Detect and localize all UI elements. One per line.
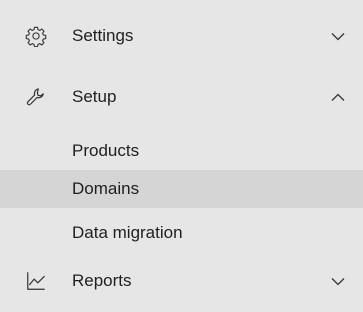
- chevron-down-icon: [331, 274, 345, 288]
- wrench-icon: [24, 85, 48, 109]
- navigation-pane: Settings Setup Products Domains Data mig…: [0, 0, 363, 307]
- nav-group-setup[interactable]: Setup: [0, 66, 363, 128]
- chevron-down-icon: [331, 29, 345, 43]
- nav-group-settings[interactable]: Settings: [0, 5, 363, 67]
- nav-group-label: Reports: [72, 271, 132, 290]
- nav-item-label: Data migration: [72, 223, 183, 242]
- nav-item-label: Domains: [72, 179, 140, 198]
- nav-group-label: Settings: [72, 26, 134, 45]
- nav-group-label: Setup: [72, 87, 117, 106]
- nav-group-reports[interactable]: Reports: [0, 250, 363, 312]
- line-chart-icon: [24, 269, 48, 293]
- nav-item-data-migration[interactable]: Data migration: [0, 214, 363, 252]
- nav-item-domains[interactable]: Domains: [0, 170, 363, 208]
- chevron-up-icon: [331, 90, 345, 104]
- nav-item-label: Products: [72, 141, 140, 160]
- nav-item-products[interactable]: Products: [0, 132, 363, 170]
- gear-icon: [24, 24, 48, 48]
